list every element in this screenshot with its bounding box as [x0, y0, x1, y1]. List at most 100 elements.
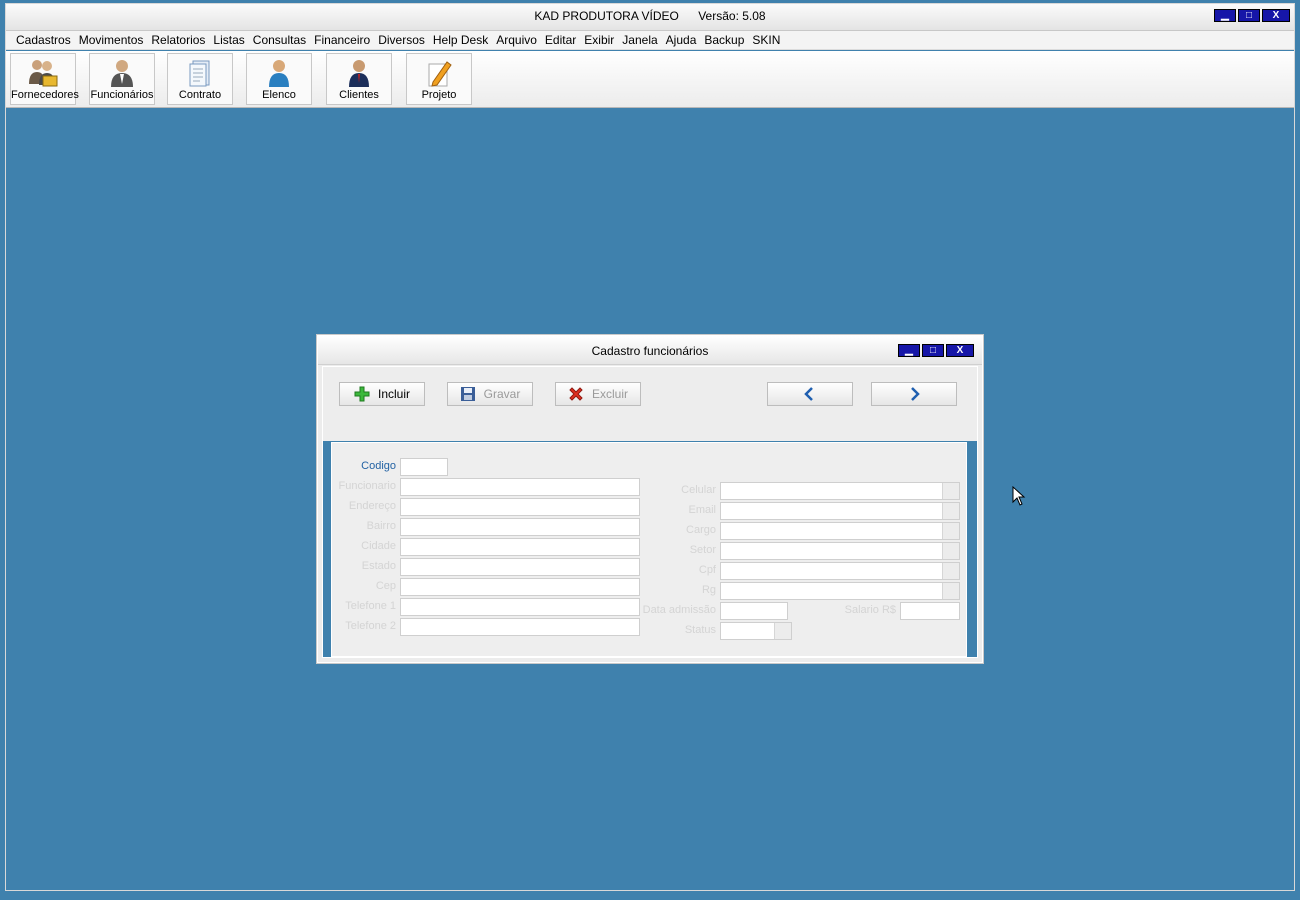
rg-label: Rg — [701, 584, 716, 596]
toolbar-contrato-button[interactable]: Contrato — [167, 53, 233, 105]
menu-movimentos[interactable]: Movimentos — [75, 33, 148, 47]
incluir-button[interactable]: Incluir — [339, 382, 425, 406]
menu-cadastros[interactable]: Cadastros — [12, 33, 75, 47]
bairro-label: Bairro — [366, 520, 396, 532]
next-record-button[interactable] — [871, 382, 957, 406]
menu-backup[interactable]: Backup — [700, 33, 748, 47]
excluir-button[interactable]: Excluir — [555, 382, 641, 406]
telefone2-label: Telefone 2 — [345, 620, 396, 632]
maximize-button[interactable]: □ — [1238, 9, 1260, 22]
gravar-label: Gravar — [483, 387, 521, 401]
rg-select[interactable] — [720, 582, 960, 600]
cpf-label: Cpf — [698, 564, 716, 576]
dialog-body: Incluir Gravar Excluir Codigo Funcionari… — [322, 366, 978, 658]
cidade-input[interactable] — [400, 538, 640, 556]
funcionario-label: Funcionario — [338, 480, 396, 492]
previous-record-button[interactable] — [767, 382, 853, 406]
gravar-button[interactable]: Gravar — [447, 382, 533, 406]
menubar: Cadastros Movimentos Relatorios Listas C… — [6, 31, 1294, 50]
minimize-button[interactable]: ▁ — [1214, 9, 1236, 22]
main-titlebar[interactable]: KAD PRODUTORA VÍDEO Versão: 5.08 ▁ □ X — [6, 4, 1294, 31]
contract-document-icon — [189, 60, 210, 87]
delete-x-icon — [569, 387, 583, 401]
minimize-icon: ▁ — [905, 344, 913, 356]
dialog-titlebar[interactable]: Cadastro funcionários ▁ □ X — [318, 336, 982, 365]
bairro-input[interactable] — [400, 518, 640, 536]
funcionario-input[interactable] — [400, 478, 640, 496]
menu-arquivo[interactable]: Arquivo — [492, 33, 541, 47]
incluir-label: Incluir — [377, 387, 410, 401]
toolbar-elenco-button[interactable]: Elenco — [246, 53, 312, 105]
toolbar-contrato-label: Contrato — [178, 89, 222, 101]
close-icon: X — [1272, 9, 1280, 21]
estado-label: Estado — [361, 560, 396, 572]
menu-janela[interactable]: Janela — [618, 33, 661, 47]
toolbar-projeto-button[interactable]: Projeto — [406, 53, 472, 105]
menu-help-desk[interactable]: Help Desk — [429, 33, 492, 47]
telefone2-input[interactable] — [400, 618, 640, 636]
data-admissao-input[interactable] — [720, 602, 788, 620]
dialog-close-button[interactable]: X — [946, 344, 974, 357]
endereco-input[interactable] — [400, 498, 640, 516]
menu-relatorios[interactable]: Relatorios — [147, 33, 209, 47]
cpf-select[interactable] — [720, 562, 960, 580]
menu-editar[interactable]: Editar — [541, 33, 580, 47]
celular-select[interactable] — [720, 482, 960, 500]
menu-diversos[interactable]: Diversos — [374, 33, 429, 47]
toolbar-clientes-label: Clientes — [339, 89, 379, 101]
save-icon — [460, 387, 475, 401]
toolbar-funcionarios-button[interactable]: Funcionários — [89, 53, 155, 105]
project-pencil-icon — [428, 61, 452, 87]
employee-icon — [111, 60, 133, 87]
salario-input[interactable] — [900, 602, 960, 620]
menu-financeiro[interactable]: Financeiro — [310, 33, 374, 47]
status-label: Status — [684, 624, 716, 636]
menu-consultas[interactable]: Consultas — [249, 33, 310, 47]
menu-skin[interactable]: SKIN — [748, 33, 784, 47]
cargo-select[interactable] — [720, 522, 960, 540]
codigo-input[interactable] — [400, 458, 448, 476]
employee-form: Codigo Funcionario Endereço Bairro Cidad… — [331, 442, 967, 657]
plus-icon — [354, 386, 370, 402]
menu-listas[interactable]: Listas — [209, 33, 248, 47]
setor-label: Setor — [689, 544, 716, 556]
main-title: KAD PRODUTORA VÍDEO Versão: 5.08 — [6, 9, 1294, 23]
chevron-left-icon — [804, 387, 813, 401]
setor-select[interactable] — [720, 542, 960, 560]
toolbar-funcionarios-label: Funcionários — [90, 89, 154, 101]
cep-input[interactable] — [400, 578, 640, 596]
chevron-right-icon — [911, 387, 920, 401]
toolbar: Fornecedores Funcionários Contrato Elenc… — [6, 51, 1294, 108]
close-button[interactable]: X — [1262, 9, 1290, 22]
app-title: KAD PRODUTORA VÍDEO — [534, 9, 679, 23]
cadastro-funcionarios-dialog: Cadastro funcionários ▁ □ X Incluir Grav… — [317, 335, 983, 663]
mouse-cursor-icon — [1012, 486, 1026, 506]
dialog-maximize-button[interactable]: □ — [922, 344, 944, 357]
maximize-icon: □ — [929, 344, 937, 356]
salario-label: Salario R$ — [844, 604, 896, 616]
telefone1-input[interactable] — [400, 598, 640, 616]
excluir-label: Excluir — [591, 387, 628, 401]
toolbar-elenco-label: Elenco — [262, 89, 296, 101]
estado-input[interactable] — [400, 558, 640, 576]
toolbar-clientes-button[interactable]: Clientes — [326, 53, 392, 105]
email-label: Email — [688, 504, 716, 516]
cargo-label: Cargo — [686, 524, 716, 536]
data-admissao-label: Data admissão — [642, 604, 716, 616]
status-select[interactable] — [720, 622, 792, 640]
cidade-label: Cidade — [361, 540, 396, 552]
close-icon: X — [956, 344, 964, 356]
dialog-minimize-button[interactable]: ▁ — [898, 344, 920, 357]
toolbar-projeto-label: Projeto — [421, 89, 457, 101]
cep-label: Cep — [375, 580, 396, 592]
app-version: Versão: 5.08 — [698, 9, 766, 23]
codigo-label: Codigo — [361, 460, 396, 472]
dialog-action-bar: Incluir Gravar Excluir — [323, 367, 977, 441]
menu-ajuda[interactable]: Ajuda — [662, 33, 701, 47]
toolbar-fornecedores-button[interactable]: Fornecedores — [10, 53, 79, 105]
dialog-title: Cadastro funcionários — [591, 344, 709, 358]
minimize-icon: ▁ — [1221, 9, 1229, 21]
maximize-icon: □ — [1245, 9, 1253, 21]
email-select[interactable] — [720, 502, 960, 520]
menu-exibir[interactable]: Exibir — [580, 33, 618, 47]
